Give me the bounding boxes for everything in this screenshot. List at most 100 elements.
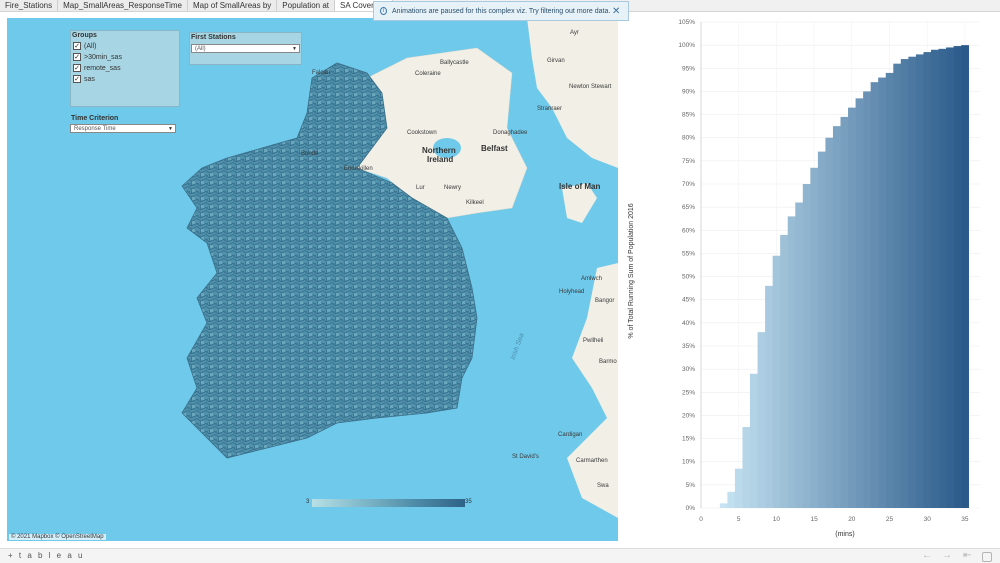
bar-22-mins[interactable] [863, 91, 871, 508]
revert-icon[interactable]: ⇤ [963, 550, 971, 561]
animation-paused-notice: i Animations are paused for this complex… [373, 1, 629, 21]
redo-icon[interactable]: → [942, 550, 952, 561]
map-label-newry: Newry [444, 185, 462, 191]
bar-29-mins[interactable] [915, 54, 924, 509]
bar-13-mins[interactable] [795, 202, 804, 508]
bar-9-mins[interactable] [765, 285, 773, 508]
group-option-label: >30min_sas [84, 53, 122, 61]
bar-27-mins[interactable] [900, 59, 909, 509]
bar-6-mins[interactable] [742, 427, 751, 508]
y-tick-label: 90% [682, 88, 695, 95]
bar-19-mins[interactable] [840, 116, 849, 508]
tab-map-smallareas-responsetime[interactable]: Map_SmallAreas_ResponseTime [58, 0, 189, 11]
y-tick-label: 30% [682, 366, 695, 373]
share-icon[interactable] [982, 552, 992, 562]
x-tick-label: 15 [810, 516, 818, 523]
first-stations-title: First Stations [191, 34, 236, 41]
color-scale-legend [312, 499, 465, 507]
bar-8-mins[interactable] [757, 332, 766, 508]
map-view[interactable]: Ayr Girvan Ballycastle Coleraine Newton … [7, 18, 618, 541]
bar-21-mins[interactable] [855, 98, 864, 508]
checkbox-all[interactable]: ✓ [73, 42, 81, 50]
bar-5-mins[interactable] [734, 468, 743, 508]
checkbox-over30[interactable]: ✓ [73, 53, 81, 61]
checkbox-sas[interactable]: ✓ [73, 75, 81, 83]
bar-3-mins[interactable] [719, 503, 728, 508]
chevron-down-icon: ▼ [292, 46, 297, 52]
tableau-logo[interactable]: + t a b l e a u [8, 551, 84, 560]
undo-icon[interactable]: ← [922, 550, 932, 561]
tableau-footer: + t a b l e a u ← → ⇤ [0, 548, 1000, 563]
tab-fire-stations[interactable]: Fire_Stations [0, 0, 59, 11]
group-option-over30[interactable]: ✓ >30min_sas [73, 53, 122, 61]
bar-35-mins[interactable] [961, 45, 969, 509]
coverage-chart[interactable]: 0% 5% 10% 15% 20% 25% 30% 35% 40% 45% 50% 55% 60% 65%… [619, 12, 1000, 542]
dashboard: Fire_Stations Map_SmallAreas_ResponseTim… [0, 0, 1000, 563]
bar-32-mins[interactable] [938, 48, 947, 509]
bar-18-mins[interactable] [832, 126, 841, 509]
bar-33-mins[interactable] [946, 47, 954, 508]
map-label-girvan: Girvan [547, 58, 565, 64]
scotland-land [527, 18, 618, 168]
y-tick-label: 95% [682, 65, 695, 72]
bar-26-mins[interactable] [893, 63, 902, 509]
y-tick-label: 60% [682, 227, 695, 234]
bar-7-mins[interactable] [750, 373, 758, 508]
x-tick-label: 20 [848, 516, 856, 523]
bar-28-mins[interactable] [908, 56, 917, 508]
y-tick-label: 100% [678, 42, 695, 49]
first-stations-dropdown[interactable]: (All) ▼ [191, 44, 300, 53]
map-label-stranraer: Stranraer [537, 106, 563, 112]
map-label-ballycastle: Ballycastle [440, 60, 469, 66]
groups-filter-title: Groups [72, 32, 97, 39]
bar-14-mins[interactable] [802, 184, 811, 508]
map-label-coleraine: Coleraine [415, 71, 441, 77]
map-attribution[interactable]: © 2021 Mapbox © OpenStreetMap [9, 534, 106, 540]
info-icon: i [380, 7, 388, 15]
bar-24-mins[interactable] [878, 77, 887, 509]
bar-25-mins[interactable] [885, 72, 894, 508]
time-criterion-title: Time Criterion [71, 115, 119, 122]
y-tick-label: 65% [682, 204, 695, 211]
map-label-swansea: Swa [597, 483, 609, 489]
map-label-cardigan: Cardigan [558, 432, 583, 438]
group-option-label: sas [84, 75, 95, 83]
group-option-sas[interactable]: ✓ sas [73, 75, 95, 83]
bar-11-mins[interactable] [780, 234, 789, 508]
y-tick-label: 75% [682, 158, 695, 165]
map-label-amlwch: Amlwch [581, 276, 603, 282]
y-tick-label: 80% [682, 135, 695, 142]
tab-map-of-smallareas[interactable]: Map of SmallAreas by [188, 0, 278, 11]
x-tick-label: 10 [773, 516, 781, 523]
bar-31-mins[interactable] [930, 49, 939, 509]
time-criterion-dropdown[interactable]: Response Time ▼ [70, 124, 176, 133]
bar-34-mins[interactable] [953, 46, 962, 508]
map-label-belfast: Belfast [481, 144, 508, 153]
y-tick-label: 50% [682, 274, 695, 281]
bar-20-mins[interactable] [848, 107, 856, 508]
bar-15-mins[interactable] [810, 167, 819, 509]
bar-17-mins[interactable] [825, 137, 834, 508]
x-tick-label: 0 [699, 516, 703, 523]
tab-population-at[interactable]: Population at [277, 0, 335, 11]
first-stations-value: (All) [195, 46, 206, 52]
group-option-all[interactable]: ✓ (All) [73, 42, 96, 50]
groups-filter: Groups ✓ (All) ✓ >30min_sas ✓ remote_sas ✓ s… [70, 30, 180, 107]
map-label-ireland: Ireland [427, 155, 454, 164]
y-tick-label: 40% [682, 320, 695, 327]
bar-4-mins[interactable] [727, 491, 736, 508]
map-label-cookstown: Cookstown [407, 130, 437, 136]
bar-16-mins[interactable] [817, 151, 826, 508]
bar-12-mins[interactable] [787, 216, 796, 508]
map-label-donaghadee: Donaghadee [493, 130, 528, 136]
close-icon[interactable]: ✕ [610, 6, 622, 17]
group-option-remote[interactable]: ✓ remote_sas [73, 64, 121, 72]
bar-23-mins[interactable] [870, 82, 879, 509]
x-tick-label: 5 [737, 516, 741, 523]
bar-10-mins[interactable] [772, 255, 781, 508]
y-tick-label: 70% [682, 181, 695, 188]
map-label-kilkeel: Kilkeel [466, 200, 484, 206]
bar-30-mins[interactable] [923, 52, 932, 508]
checkbox-remote[interactable]: ✓ [73, 64, 81, 72]
color-scale-max: 35 [465, 499, 472, 505]
